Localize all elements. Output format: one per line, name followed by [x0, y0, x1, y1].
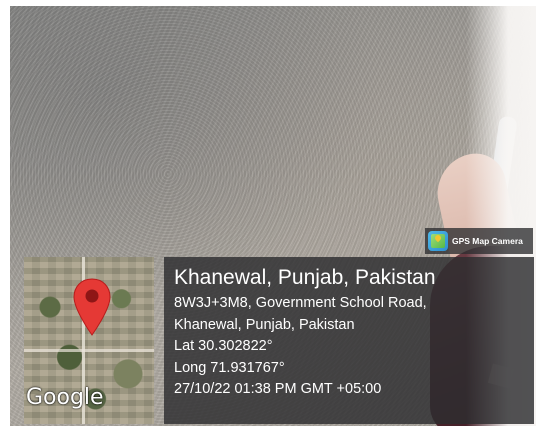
- gps-map-camera-badge: GPS Map Camera: [425, 228, 533, 254]
- timestamp: 27/10/22 01:38 PM GMT +05:00: [174, 381, 382, 397]
- location-info-panel: Khanewal, Punjab, Pakistan 8W3J+3M8, Gov…: [164, 257, 534, 424]
- gps-badge-label: GPS Map Camera: [452, 236, 523, 246]
- address-line-1: 8W3J+3M8, Government School Road,: [174, 295, 427, 311]
- longitude: Long 71.931767°: [174, 359, 285, 376]
- google-logo: Google: [26, 385, 104, 410]
- mini-map: Google: [24, 257, 154, 424]
- latitude: Lat 30.302822°: [174, 338, 273, 354]
- address-line-2: Khanewal, Punjab, Pakistan: [174, 316, 355, 333]
- location-title: Khanewal, Punjab, Pakistan: [174, 266, 436, 289]
- gps-map-camera-icon: [428, 231, 448, 251]
- map-pin-icon: [73, 278, 111, 336]
